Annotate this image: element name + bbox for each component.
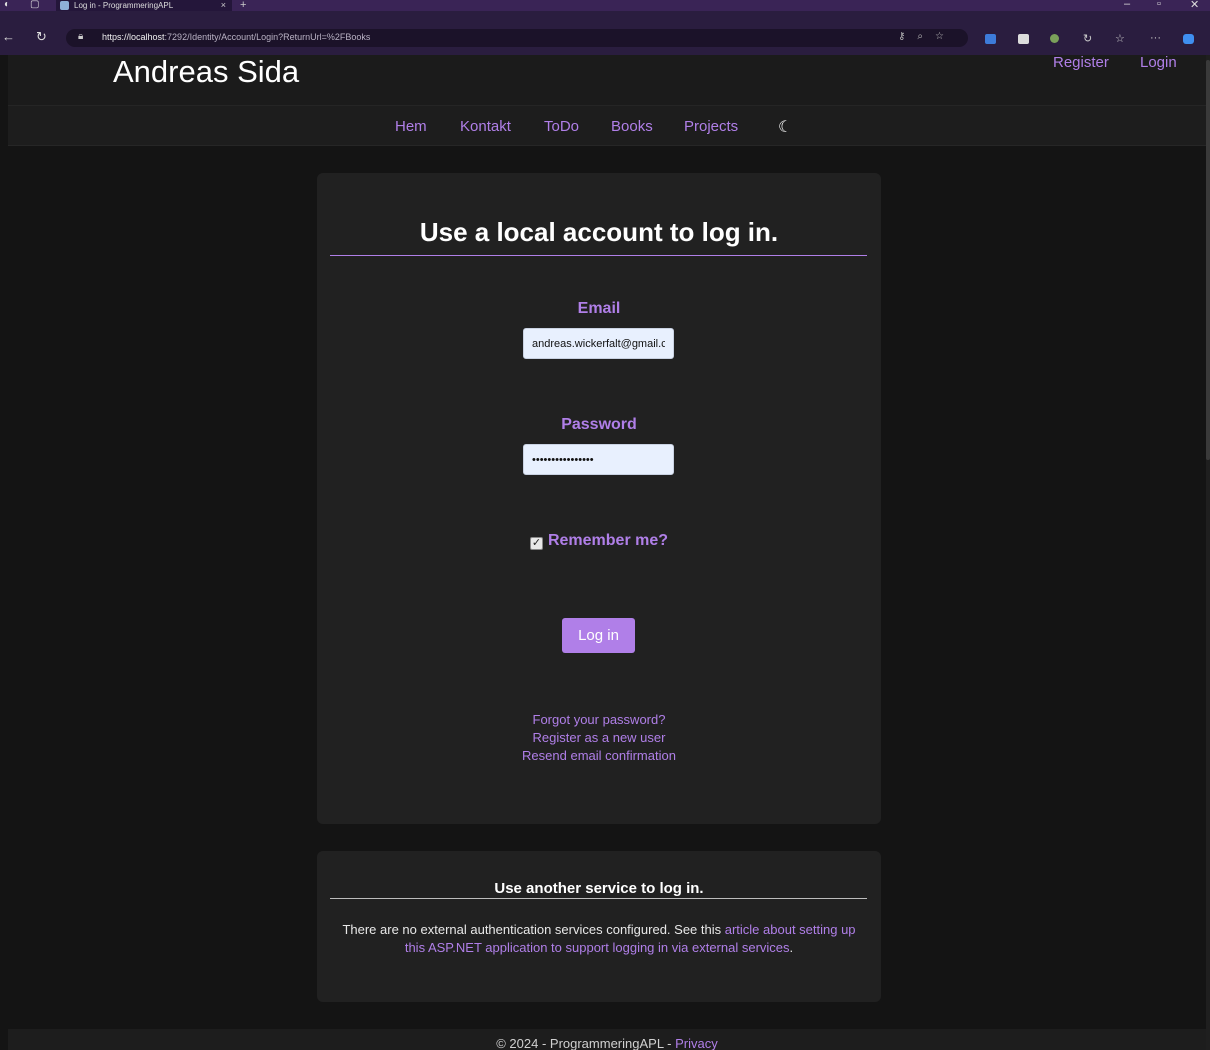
remember-me-checkbox[interactable]: ✓ (529, 537, 543, 550)
password-input[interactable] (523, 444, 674, 475)
nav-item-projects[interactable]: Projects (684, 118, 738, 135)
email-input[interactable] (523, 328, 674, 359)
main-nav: Hem Kontakt ToDo Books Projects ☾ (8, 105, 1206, 146)
page-scrollbar-thumb[interactable] (1206, 60, 1210, 460)
tab-favicon-icon (60, 1, 69, 10)
nav-item-books[interactable]: Books (611, 118, 653, 135)
account-links: Forgot your password? Register as a new … (331, 711, 867, 765)
privacy-link[interactable]: Privacy (675, 1036, 718, 1050)
new-tab-icon[interactable]: + (240, 0, 246, 11)
site-footer: © 2024 - ProgrammeringAPL - Privacy (8, 1029, 1206, 1050)
back-icon[interactable]: ← (2, 30, 15, 43)
site-page: Andreas Sida Register Login Hem Kontakt … (8, 55, 1206, 1050)
browser-profile-icon[interactable]: ◐ (4, 0, 10, 10)
remember-me-label[interactable]: Remember me? (548, 532, 668, 549)
lock-icon[interactable]: 🔒︎ (78, 31, 83, 42)
address-bar[interactable]: 🔒︎ https://localhost:7292/Identity/Accou… (66, 29, 968, 47)
local-login-card: Use a local account to log in. Email Pas… (317, 173, 881, 824)
password-label: Password (561, 416, 637, 433)
login-link[interactable]: Login (1140, 55, 1177, 71)
browser-tab-active[interactable]: Log in - ProgrammeringAPL × (56, 0, 232, 11)
browser-tab-strip: ◐ ▢ Log in - ProgrammeringAPL × + – ▫ ✕ (0, 0, 1210, 11)
email-label: Email (577, 300, 621, 317)
nav-item-hem[interactable]: Hem (395, 118, 427, 135)
tab-title: Log in - ProgrammeringAPL (74, 1, 174, 10)
maximize-icon[interactable]: ▫ (1157, 0, 1161, 10)
close-window-icon[interactable]: ✕ (1190, 0, 1199, 11)
register-new-user-link[interactable]: Register as a new user (331, 729, 867, 747)
nav-item-todo[interactable]: ToDo (544, 118, 579, 135)
browser-toolbar: ← ↻ 🔒︎ https://localhost:7292/Identity/A… (0, 11, 1210, 55)
log-in-button[interactable]: Log in (562, 618, 635, 653)
register-link[interactable]: Register (1053, 55, 1109, 71)
external-login-title: Use another service to log in. (494, 880, 704, 897)
remember-me-row[interactable]: ✓ Remember me? (331, 532, 867, 550)
site-header: Andreas Sida Register Login (8, 55, 1206, 105)
url-text[interactable]: https://localhost:7292/Identity/Account/… (102, 32, 370, 42)
external-login-text: There are no external authentication ser… (342, 922, 856, 955)
forgot-password-link[interactable]: Forgot your password? (331, 711, 867, 729)
refresh-extension-icon[interactable]: ↻ (1083, 32, 1092, 45)
more-menu-icon[interactable]: ··· (1150, 32, 1161, 44)
copilot-icon[interactable] (1183, 34, 1194, 44)
external-login-card: Use another service to log in. There are… (317, 851, 881, 1002)
extension-icon[interactable] (1050, 34, 1059, 43)
nav-item-kontakt[interactable]: Kontakt (460, 118, 511, 135)
tab-actions-icon[interactable]: ▢ (30, 0, 39, 10)
extension-icon[interactable] (1018, 34, 1029, 44)
title-divider (330, 255, 867, 256)
favorites-icon[interactable]: ☆ (1115, 32, 1125, 45)
login-card-title: Use a local account to log in. (419, 217, 779, 247)
external-title-divider (330, 898, 867, 899)
key-icon[interactable]: ⚷ (898, 31, 917, 42)
theme-toggle-moon-icon[interactable]: ☾ (778, 117, 792, 137)
favorite-star-icon[interactable]: ☆ (935, 31, 956, 42)
zoom-icon[interactable]: ⌕ (917, 31, 935, 42)
resend-confirmation-link[interactable]: Resend email confirmation (331, 747, 867, 765)
site-brand[interactable]: Andreas Sida (113, 55, 299, 89)
refresh-icon[interactable]: ↻ (36, 30, 47, 43)
address-bar-actions: ⚷⌕☆ (898, 31, 956, 42)
tab-close-icon[interactable]: × (221, 0, 226, 11)
footer-copyright: © 2024 - ProgrammeringAPL - (496, 1036, 676, 1050)
minimize-icon[interactable]: – (1124, 0, 1130, 10)
extension-icon[interactable] (985, 34, 996, 44)
